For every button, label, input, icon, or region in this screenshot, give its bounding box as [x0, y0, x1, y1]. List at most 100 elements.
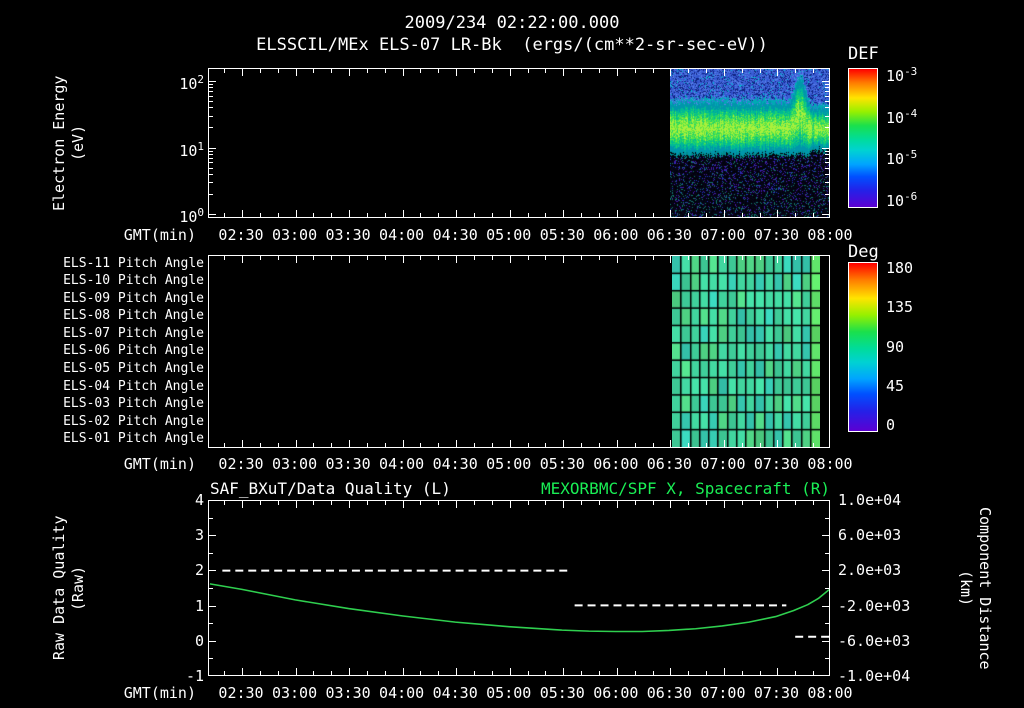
axis-tick: [634, 213, 636, 217]
axis-tick: [822, 535, 829, 537]
axis-tick: [366, 501, 368, 505]
axis-tick: [313, 213, 315, 217]
axis-tick: [474, 256, 476, 260]
axis-tick: [723, 69, 725, 76]
axis-tick: [759, 69, 761, 73]
axis-tick: [209, 173, 213, 175]
quality-tick-label: 4: [194, 491, 204, 509]
quality-tick-label: 3: [194, 526, 204, 545]
axis-tick: [402, 440, 404, 447]
axis-tick: [825, 150, 829, 152]
axis-tick: [825, 162, 829, 164]
axis-tick: [825, 101, 829, 103]
exponent: -5: [904, 148, 918, 162]
axis-tick: [598, 256, 600, 260]
axis-tick: [295, 256, 297, 263]
energy-tick-label: 100: [179, 206, 204, 226]
axis-tick: [331, 671, 333, 675]
quality-axis-label: Raw Data Quality (Raw): [50, 495, 88, 681]
axis-tick: [616, 501, 618, 508]
axis-tick: [331, 501, 333, 505]
axis-tick: [277, 501, 279, 505]
energy-tick-label: 102: [179, 73, 204, 93]
axis-tick: [825, 157, 829, 159]
gmt-axis-label: GMT(min): [123, 684, 196, 702]
gmt-axis-label: GMT(min): [123, 226, 196, 244]
axis-tick: [652, 671, 654, 675]
axis-tick: [509, 440, 511, 447]
def-colorbar-tick-label: 10-4: [886, 106, 918, 127]
axis-tick: [509, 256, 511, 263]
axis-tick: [331, 69, 333, 73]
quality-panel-title-right: MEXORBMC/SPF X, Spacecraft (R): [541, 479, 830, 498]
axis-tick: [598, 443, 600, 447]
axis-tick: [349, 501, 351, 508]
axis-tick: [366, 69, 368, 73]
axis-tick: [723, 440, 725, 447]
axis-tick: [795, 671, 797, 675]
axis-tick: [209, 153, 213, 155]
exponent: -6: [904, 190, 918, 203]
axis-tick: [688, 671, 690, 675]
time-tick-label: 08:00: [807, 684, 853, 702]
axis-tick: [295, 668, 297, 675]
axis-tick: [825, 107, 829, 109]
axis-tick: [242, 501, 243, 508]
axis-tick: [670, 69, 672, 76]
pitch-row-label: ELS-10 Pitch Angle: [63, 273, 204, 289]
def-colorbar-tick-label: 10-6: [886, 190, 918, 210]
distance-tick-label: -1.0e+04: [838, 667, 911, 685]
axis-tick: [777, 69, 779, 76]
axis-tick: [209, 84, 213, 86]
axis-tick: [825, 91, 829, 93]
axis-tick: [825, 127, 829, 129]
quality-axis-label-line2: (Raw): [69, 565, 87, 611]
deg-colorbar-tick-label: 0: [886, 416, 896, 434]
axis-tick: [295, 210, 297, 217]
axis-tick: [277, 671, 279, 675]
axis-tick: [563, 256, 565, 263]
axis-tick: [349, 256, 351, 263]
axis-tick: [224, 501, 226, 505]
axis-tick: [825, 167, 829, 169]
quality-tick-label: 0: [194, 631, 204, 650]
axis-tick: [384, 443, 386, 447]
pitch-row-label: ELS-06 Pitch Angle: [63, 343, 204, 359]
axis-tick: [545, 69, 547, 73]
axis-tick: [349, 210, 351, 217]
axis-tick: [706, 501, 708, 505]
axis-tick: [366, 443, 368, 447]
axis-tick: [652, 443, 654, 447]
axis-tick: [259, 213, 261, 217]
axis-tick: [825, 193, 829, 195]
axis-tick: [759, 443, 761, 447]
axis-tick: [209, 535, 216, 537]
axis-tick: [759, 213, 761, 217]
axis-tick: [209, 150, 213, 152]
axis-tick: [474, 671, 476, 675]
axis-tick: [813, 69, 815, 73]
axis-tick: [688, 69, 690, 73]
axis-tick: [224, 213, 226, 217]
axis-tick: [825, 552, 829, 554]
energy-axis-label-line1: Electron Energy: [50, 75, 68, 211]
axis-tick: [795, 69, 797, 73]
axis-tick: [634, 501, 636, 505]
axis-tick: [402, 501, 404, 508]
axis-tick: [295, 440, 297, 447]
axis-tick: [402, 210, 404, 217]
axis-tick: [277, 443, 279, 447]
axis-tick: [813, 671, 815, 675]
axis-tick: [242, 440, 243, 447]
axis-tick: [224, 256, 226, 260]
axis-tick: [420, 671, 422, 675]
axis-tick: [277, 69, 279, 73]
axis-tick: [209, 552, 213, 554]
axis-tick: [822, 214, 829, 215]
axis-tick: [813, 443, 815, 447]
spectrogram-image: [670, 69, 829, 217]
axis-tick: [420, 256, 422, 260]
axis-tick: [759, 256, 761, 260]
exponent: -4: [904, 106, 918, 120]
axis-tick: [545, 671, 547, 675]
